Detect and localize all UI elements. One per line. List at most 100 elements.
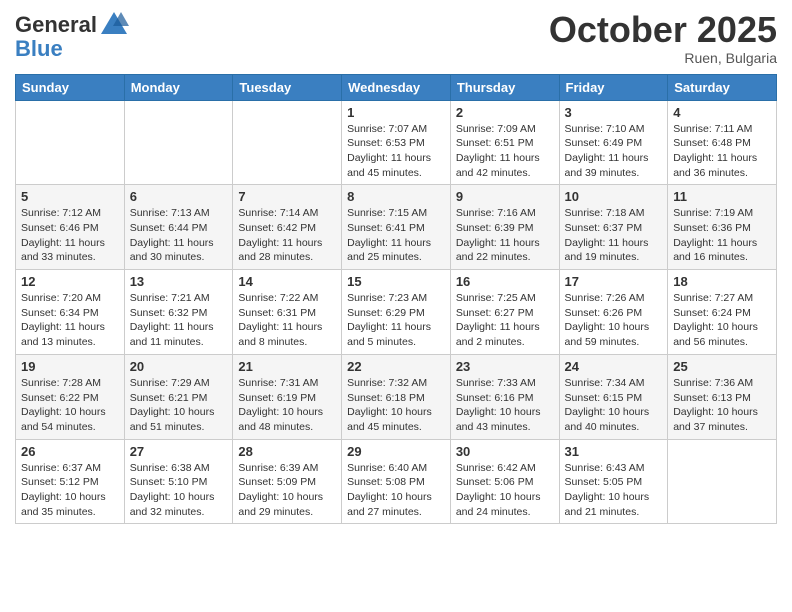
- day-number: 8: [347, 189, 445, 204]
- day-number: 18: [673, 274, 771, 289]
- day-number: 2: [456, 105, 554, 120]
- calendar-cell: 22 Sunrise: 7:32 AM Sunset: 6:18 PM Dayli…: [342, 354, 451, 439]
- calendar-week-row: 19Sunrise: 7:28 AM Sunset: 6:22 PM Dayli…: [16, 354, 777, 439]
- day-info: Sunrise: 7:13 AM Sunset: 6:44 PM Dayligh…: [130, 206, 228, 265]
- calendar-cell: 19Sunrise: 7:28 AM Sunset: 6:22 PM Dayli…: [16, 354, 125, 439]
- calendar-cell: 28Sunrise: 6:39 AM Sunset: 5:09 PM Dayli…: [233, 439, 342, 524]
- day-info: Sunrise: 7:10 AM Sunset: 6:49 PM Dayligh…: [565, 122, 663, 181]
- day-info: Sunrise: 7:14 AM Sunset: 6:42 PM Dayligh…: [238, 206, 336, 265]
- day-number: 21: [238, 359, 336, 374]
- day-info: Sunrise: 7:23 AM Sunset: 6:29 PM Dayligh…: [347, 291, 445, 350]
- calendar-cell: 11 Sunrise: 7:19 AM Sunset: 6:36 PM Dayli…: [668, 185, 777, 270]
- day-info: Sunrise: 7:20 AM Sunset: 6:34 PM Dayligh…: [21, 291, 119, 350]
- day-info: Sunrise: 7:34 AM Sunset: 6:15 PM Dayligh…: [565, 376, 663, 435]
- weekday-header: Friday: [559, 74, 668, 100]
- weekday-header: Sunday: [16, 74, 125, 100]
- day-info: Sunrise: 7:31 AM Sunset: 6:19 PM Dayligh…: [238, 376, 336, 435]
- weekday-header: Saturday: [668, 74, 777, 100]
- month-title: October 2025: [549, 10, 777, 50]
- header-row: SundayMondayTuesdayWednesdayThursdayFrid…: [16, 74, 777, 100]
- calendar-cell: 1 Sunrise: 7:07 AM Sunset: 6:53 PM Daylig…: [342, 100, 451, 185]
- day-number: 3: [565, 105, 663, 120]
- day-number: 30: [456, 444, 554, 459]
- day-number: 23: [456, 359, 554, 374]
- calendar-cell: 23 Sunrise: 7:33 AM Sunset: 6:16 PM Dayli…: [450, 354, 559, 439]
- calendar-cell: [124, 100, 233, 185]
- day-number: 15: [347, 274, 445, 289]
- day-number: 11: [673, 189, 771, 204]
- day-info: Sunrise: 6:42 AM Sunset: 5:06 PM Dayligh…: [456, 461, 554, 520]
- day-number: 27: [130, 444, 228, 459]
- day-number: 26: [21, 444, 119, 459]
- day-number: 14: [238, 274, 336, 289]
- day-number: 9: [456, 189, 554, 204]
- calendar-cell: 24 Sunrise: 7:34 AM Sunset: 6:15 PM Dayli…: [559, 354, 668, 439]
- day-number: 4: [673, 105, 771, 120]
- day-number: 31: [565, 444, 663, 459]
- day-info: Sunrise: 7:07 AM Sunset: 6:53 PM Dayligh…: [347, 122, 445, 181]
- day-info: Sunrise: 7:36 AM Sunset: 6:13 PM Dayligh…: [673, 376, 771, 435]
- day-info: Sunrise: 7:32 AM Sunset: 6:18 PM Dayligh…: [347, 376, 445, 435]
- weekday-header: Monday: [124, 74, 233, 100]
- weekday-header: Wednesday: [342, 74, 451, 100]
- day-number: 28: [238, 444, 336, 459]
- calendar-cell: 25 Sunrise: 7:36 AM Sunset: 6:13 PM Dayli…: [668, 354, 777, 439]
- calendar-cell: 20 Sunrise: 7:29 AM Sunset: 6:21 PM Dayli…: [124, 354, 233, 439]
- calendar-cell: 10Sunrise: 7:18 AM Sunset: 6:37 PM Dayli…: [559, 185, 668, 270]
- day-number: 16: [456, 274, 554, 289]
- location: Ruen, Bulgaria: [549, 50, 777, 66]
- calendar-cell: [668, 439, 777, 524]
- calendar-cell: 30 Sunrise: 6:42 AM Sunset: 5:06 PM Dayli…: [450, 439, 559, 524]
- calendar-cell: 29Sunrise: 6:40 AM Sunset: 5:08 PM Dayli…: [342, 439, 451, 524]
- logo-icon: [99, 10, 129, 40]
- logo-text: General: [15, 13, 97, 37]
- day-number: 10: [565, 189, 663, 204]
- header: General Blue October 2025 Ruen, Bulgaria: [15, 10, 777, 66]
- calendar-cell: [233, 100, 342, 185]
- day-info: Sunrise: 7:09 AM Sunset: 6:51 PM Dayligh…: [456, 122, 554, 181]
- calendar-cell: 16Sunrise: 7:25 AM Sunset: 6:27 PM Dayli…: [450, 270, 559, 355]
- calendar-week-row: 26 Sunrise: 6:37 AM Sunset: 5:12 PM Dayli…: [16, 439, 777, 524]
- day-info: Sunrise: 7:29 AM Sunset: 6:21 PM Dayligh…: [130, 376, 228, 435]
- calendar-cell: 31Sunrise: 6:43 AM Sunset: 5:05 PM Dayli…: [559, 439, 668, 524]
- calendar-cell: 3 Sunrise: 7:10 AM Sunset: 6:49 PM Daylig…: [559, 100, 668, 185]
- day-info: Sunrise: 7:15 AM Sunset: 6:41 PM Dayligh…: [347, 206, 445, 265]
- calendar-page: General Blue October 2025 Ruen, Bulgaria…: [0, 0, 792, 534]
- day-info: Sunrise: 7:16 AM Sunset: 6:39 PM Dayligh…: [456, 206, 554, 265]
- day-number: 1: [347, 105, 445, 120]
- calendar-cell: 7Sunrise: 7:14 AM Sunset: 6:42 PM Daylig…: [233, 185, 342, 270]
- day-info: Sunrise: 7:11 AM Sunset: 6:48 PM Dayligh…: [673, 122, 771, 181]
- day-number: 13: [130, 274, 228, 289]
- calendar-week-row: 12 Sunrise: 7:20 AM Sunset: 6:34 PM Dayli…: [16, 270, 777, 355]
- day-info: Sunrise: 7:27 AM Sunset: 6:24 PM Dayligh…: [673, 291, 771, 350]
- day-number: 20: [130, 359, 228, 374]
- logo: General Blue: [15, 10, 129, 62]
- calendar-cell: 13Sunrise: 7:21 AM Sunset: 6:32 PM Dayli…: [124, 270, 233, 355]
- day-number: 22: [347, 359, 445, 374]
- calendar-cell: 14 Sunrise: 7:22 AM Sunset: 6:31 PM Dayli…: [233, 270, 342, 355]
- calendar-cell: 2 Sunrise: 7:09 AM Sunset: 6:51 PM Daylig…: [450, 100, 559, 185]
- calendar-cell: 4 Sunrise: 7:11 AM Sunset: 6:48 PM Daylig…: [668, 100, 777, 185]
- day-number: 12: [21, 274, 119, 289]
- day-number: 6: [130, 189, 228, 204]
- calendar-cell: 12 Sunrise: 7:20 AM Sunset: 6:34 PM Dayli…: [16, 270, 125, 355]
- day-number: 25: [673, 359, 771, 374]
- calendar-cell: 27 Sunrise: 6:38 AM Sunset: 5:10 PM Dayli…: [124, 439, 233, 524]
- calendar-week-row: 1 Sunrise: 7:07 AM Sunset: 6:53 PM Daylig…: [16, 100, 777, 185]
- calendar-cell: 5Sunrise: 7:12 AM Sunset: 6:46 PM Daylig…: [16, 185, 125, 270]
- calendar-cell: [16, 100, 125, 185]
- weekday-header: Thursday: [450, 74, 559, 100]
- day-info: Sunrise: 6:38 AM Sunset: 5:10 PM Dayligh…: [130, 461, 228, 520]
- day-info: Sunrise: 7:33 AM Sunset: 6:16 PM Dayligh…: [456, 376, 554, 435]
- day-info: Sunrise: 7:22 AM Sunset: 6:31 PM Dayligh…: [238, 291, 336, 350]
- day-info: Sunrise: 7:28 AM Sunset: 6:22 PM Dayligh…: [21, 376, 119, 435]
- calendar-cell: 15 Sunrise: 7:23 AM Sunset: 6:29 PM Dayli…: [342, 270, 451, 355]
- day-number: 17: [565, 274, 663, 289]
- day-number: 5: [21, 189, 119, 204]
- day-number: 24: [565, 359, 663, 374]
- day-info: Sunrise: 7:26 AM Sunset: 6:26 PM Dayligh…: [565, 291, 663, 350]
- day-info: Sunrise: 7:19 AM Sunset: 6:36 PM Dayligh…: [673, 206, 771, 265]
- day-info: Sunrise: 6:37 AM Sunset: 5:12 PM Dayligh…: [21, 461, 119, 520]
- calendar-cell: 8 Sunrise: 7:15 AM Sunset: 6:41 PM Daylig…: [342, 185, 451, 270]
- calendar-cell: 26 Sunrise: 6:37 AM Sunset: 5:12 PM Dayli…: [16, 439, 125, 524]
